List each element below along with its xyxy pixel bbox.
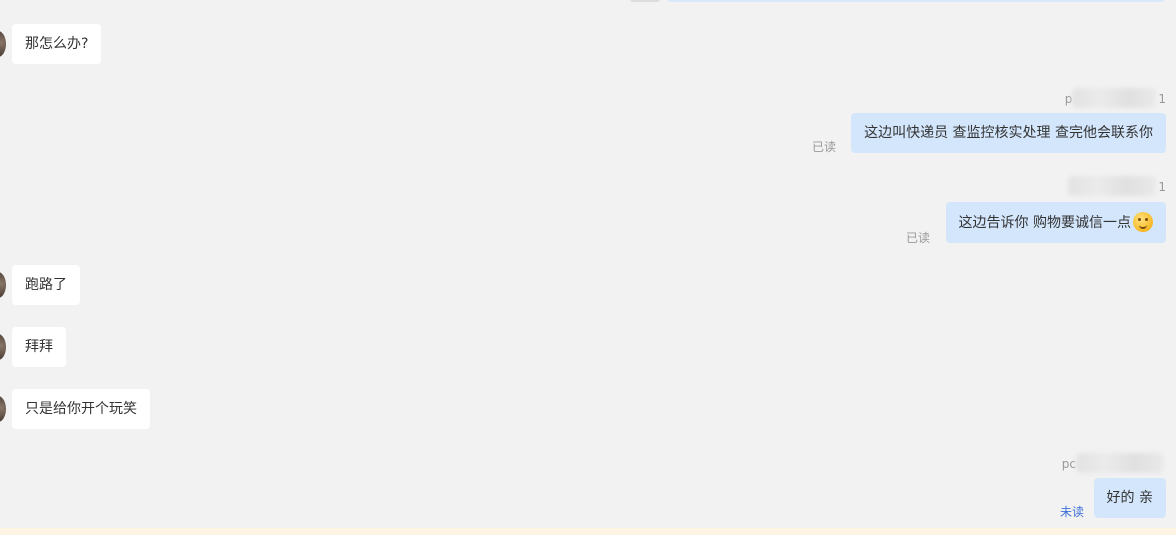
outgoing-message-bubble: 这边叫快递员 查监控核实处理 查完他会联系你 <box>851 113 1166 153</box>
customer-avatar[interactable] <box>0 272 6 298</box>
incoming-message-bubble: 那怎么办? <box>12 24 102 64</box>
message-text: 拜拜 <box>25 339 53 355</box>
sender-name-suffix: 1 <box>1158 92 1166 106</box>
customer-avatar[interactable] <box>0 31 6 57</box>
outgoing-message-bubble: 好的 亲 <box>1093 478 1166 518</box>
message-text: 那怎么办? <box>25 36 89 52</box>
customer-avatar[interactable] <box>0 396 6 422</box>
customer-avatar[interactable] <box>0 334 6 360</box>
thinking-emoji-icon <box>1133 212 1153 232</box>
message-text: 好的 亲 <box>1106 490 1153 506</box>
redacted-sender-name <box>1068 176 1157 196</box>
read-status: 已读 <box>906 231 931 245</box>
previous-message-status <box>630 0 660 2</box>
message-text: 只是给你开个玩笑 <box>25 401 137 417</box>
incoming-message-bubble: 跑路了 <box>12 265 80 305</box>
incoming-message-bubble: 只是给你开个玩笑 <box>12 389 150 429</box>
sender-name-prefix: p <box>1064 92 1073 106</box>
outgoing-message-bubble: 这边告诉你 购物要诚信一点 <box>945 202 1166 243</box>
previous-message-bubble <box>666 0 1166 2</box>
sender-name-suffix: 1 <box>1158 180 1166 194</box>
sender-name: p1 <box>1065 88 1166 110</box>
input-area-edge <box>0 528 1176 535</box>
redacted-sender-name <box>1072 88 1157 108</box>
redacted-sender-name <box>1076 453 1164 473</box>
chat-message-area[interactable]: 那怎么办? p1 已读 这边叫快递员 查监控核实处理 查完他会联系你 1 已读 … <box>0 0 1176 528</box>
message-text: 跑路了 <box>25 277 67 293</box>
message-text: 这边叫快递员 查监控核实处理 查完他会联系你 <box>864 125 1153 141</box>
incoming-message-bubble: 拜拜 <box>12 327 66 367</box>
sender-name: 1 <box>1068 176 1166 198</box>
read-status: 已读 <box>812 140 837 154</box>
unread-status: 未读 <box>1060 505 1085 519</box>
sender-name-prefix: pc <box>1061 457 1076 471</box>
sender-name: pc <box>1062 453 1166 475</box>
message-text: 这边告诉你 购物要诚信一点 <box>958 215 1131 231</box>
